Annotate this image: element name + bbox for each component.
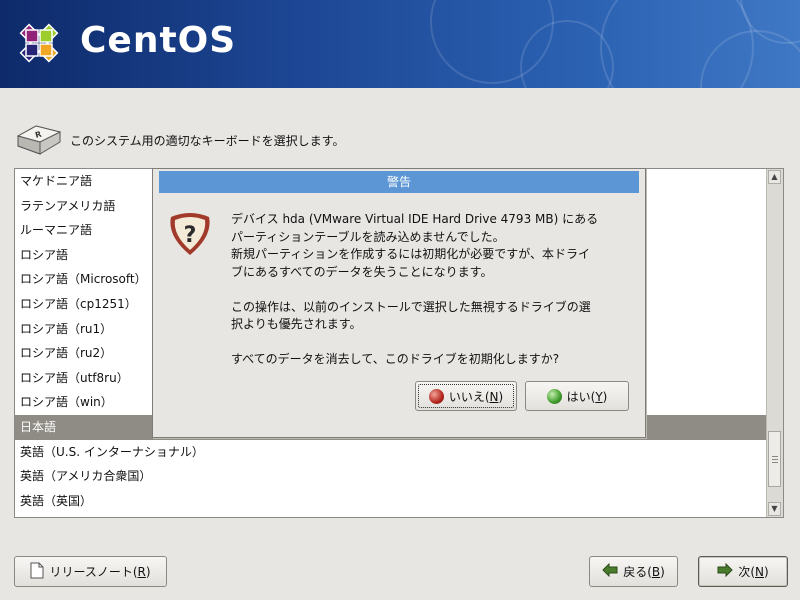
- dialog-message-line: 択よりも優先されます。: [231, 317, 362, 331]
- back-label: 戻る(B): [623, 565, 665, 579]
- keyboard-list-item[interactable]: 英語（U.S. インターナショナル）: [15, 440, 767, 465]
- no-button-label: いいえ(N): [448, 389, 504, 404]
- dialog-message-line: ブにあるすべてのデータを失うことになります。: [231, 264, 493, 279]
- scrollbar-grip: [772, 456, 778, 457]
- red-orb-icon: [428, 388, 444, 404]
- dialog-message-gap: [231, 334, 639, 352]
- green-orb-icon: [546, 388, 562, 404]
- scrollbar-thumb[interactable]: [768, 431, 781, 487]
- dialog-message-line: この操作は、以前のインストールで選択した無視するドライブの選: [231, 299, 591, 314]
- dialog-message-line: デバイス hda (VMware Virtual IDE Hard Drive …: [231, 212, 599, 226]
- dialog-message-line: すべてのデータを消去して、このドライブを初期化しますか?: [231, 352, 560, 366]
- release-notes-label: リリースノート(R): [49, 565, 151, 579]
- scrollbar-grip: [772, 459, 778, 460]
- forward-arrow-icon: [717, 562, 734, 580]
- back-arrow-icon: [602, 562, 618, 580]
- no-button[interactable]: いいえ(N): [415, 381, 517, 411]
- scroll-down-arrow-icon[interactable]: ▼: [768, 502, 781, 516]
- yes-button[interactable]: はい(Y): [525, 381, 629, 411]
- keyboard-key-icon: R: [14, 122, 62, 159]
- centos-logo-icon: [8, 12, 70, 77]
- document-icon: [30, 562, 44, 582]
- next-button[interactable]: 次(N): [698, 556, 788, 587]
- scroll-up-arrow-icon[interactable]: ▲: [768, 170, 781, 184]
- scrollbar-grip: [772, 462, 778, 463]
- list-scrollbar[interactable]: ▲ ▼: [766, 169, 783, 517]
- release-notes-button[interactable]: リリースノート(R): [14, 556, 167, 587]
- dialog-message: デバイス hda (VMware Virtual IDE Hard Drive …: [231, 211, 639, 369]
- instruction-text: このシステム用の適切なキーボードを選択します。: [70, 134, 345, 148]
- warning-dialog: 警告 ? デバイス hda (VMware Virtual IDE Hard D…: [152, 168, 646, 438]
- yes-button-label: はい(Y): [566, 389, 608, 404]
- dialog-message-line: 新規パーティションを作成するには初期化が必要ですが、本ドライ: [231, 247, 591, 261]
- back-button[interactable]: 戻る(B): [589, 556, 678, 587]
- logo-text: CentOS: [80, 20, 237, 61]
- dialog-message-gap: [231, 281, 639, 299]
- instruction-row: R このシステム用の適切なキーボードを選択します。: [14, 122, 344, 159]
- header-banner: CentOS: [0, 0, 800, 88]
- dialog-title: 警告: [159, 171, 639, 193]
- next-label: 次(N): [738, 565, 769, 579]
- keyboard-list-item[interactable]: 英語（アメリカ合衆国）: [15, 464, 767, 489]
- dialog-message-line: パーティションテーブルを読み込めませんでした。: [231, 229, 505, 244]
- svg-text:?: ?: [184, 223, 197, 248]
- keyboard-list-item[interactable]: 英語（英国）: [15, 489, 767, 514]
- question-warning-icon: ?: [165, 211, 215, 260]
